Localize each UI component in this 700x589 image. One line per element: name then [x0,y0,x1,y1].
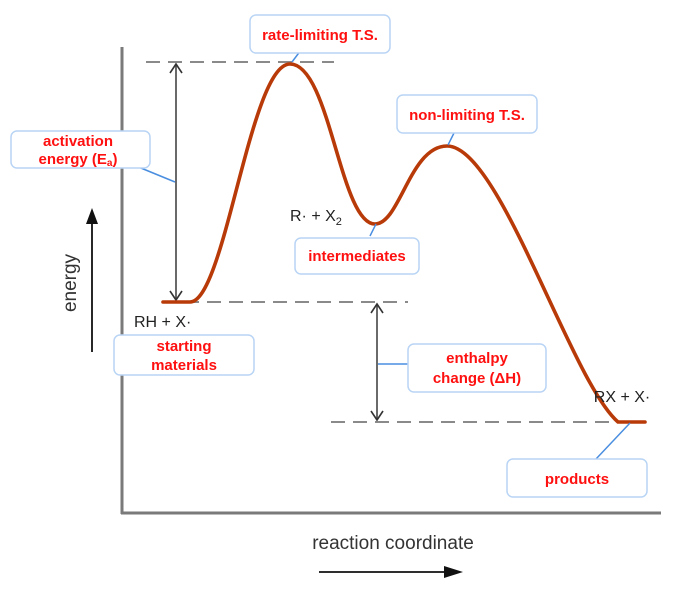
starting-materials-label-line1: starting [156,338,211,355]
starting-materials-label-line2: materials [151,357,217,374]
energy-direction-arrow-icon [86,208,98,352]
intermediates-leader [369,223,377,237]
products-label: products [545,471,609,488]
activation-energy-label-line1: activation [43,133,113,150]
intermediates-label: intermediates [308,248,406,265]
activation-energy-arrow [169,62,183,302]
enthalpy-label-line1: enthalpy [446,350,508,367]
reaction-direction-arrow-icon [319,566,463,578]
energy-diagram: rate-limiting T.S. non-limiting T.S. act… [10,14,661,578]
products-species-label: RX + X· [594,389,650,406]
callout-activation-energy: activation energy (Ea) [10,130,151,169]
x-axis-label: reaction coordinate [312,533,474,554]
enthalpy-label-line2: change (ΔH) [433,370,521,387]
non-limiting-ts-label: non-limiting T.S. [409,107,525,124]
starting-species-label: RH + X· [134,314,191,331]
callout-enthalpy-change: enthalpy change (ΔH) [407,343,547,393]
rate-limiting-ts-label: rate-limiting T.S. [262,27,378,44]
callout-products: products [506,458,648,498]
callout-starting-materials: starting materials [113,334,255,376]
activation-energy-label-line2: energy (Ea) [39,151,118,169]
y-axis-label: energy [60,253,81,312]
callout-intermediates: intermediates [294,237,420,275]
callout-rate-limiting-ts: rate-limiting T.S. [249,14,391,54]
products-leader [595,422,631,460]
enthalpy-change-arrow [370,302,384,422]
intermediate-species-label: R· + X2 [290,208,342,228]
callout-non-limiting-ts: non-limiting T.S. [396,94,538,134]
